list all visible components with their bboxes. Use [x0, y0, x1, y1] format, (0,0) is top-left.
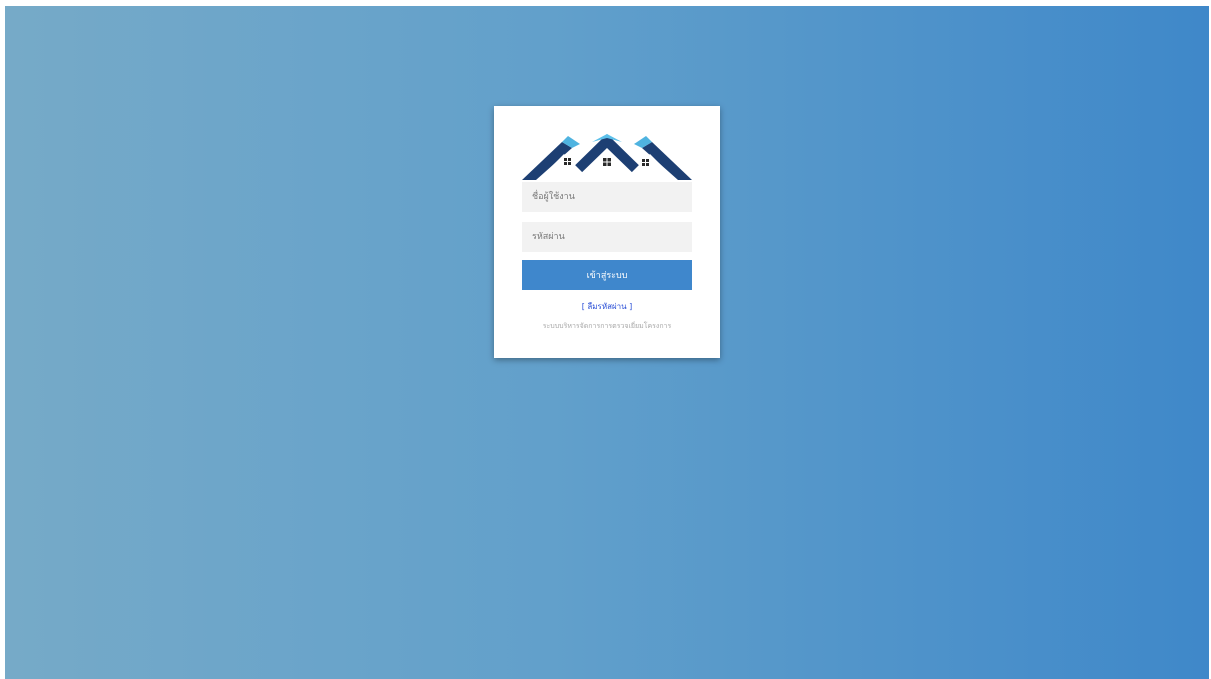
- login-card: เข้าสู่ระบบ [ ลืมรหัสผ่าน ] ระบบบริหารจั…: [494, 106, 720, 358]
- password-input[interactable]: [522, 222, 692, 252]
- username-input[interactable]: [522, 182, 692, 212]
- forgot-password-link[interactable]: [ ลืมรหัสผ่าน ]: [494, 300, 720, 313]
- system-name-text: ระบบบริหารจัดการการตรวจเยี่ยมโครงการ: [542, 322, 672, 330]
- houses-roof-logo-icon: [522, 134, 692, 180]
- login-button[interactable]: เข้าสู่ระบบ: [522, 260, 692, 290]
- page-background: เข้าสู่ระบบ [ ลืมรหัสผ่าน ] ระบบบริหารจั…: [5, 6, 1209, 679]
